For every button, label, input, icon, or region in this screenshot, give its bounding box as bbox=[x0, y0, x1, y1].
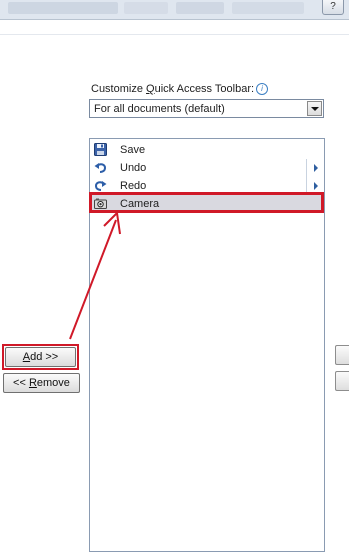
item-label: Undo bbox=[120, 162, 147, 174]
label-accelerator: Q bbox=[146, 83, 155, 95]
add-button[interactable]: Add >> bbox=[5, 347, 76, 367]
qat-command-list[interactable]: Save Undo Redo Camera bbox=[89, 138, 325, 552]
divider bbox=[0, 34, 349, 35]
item-label: Camera bbox=[120, 198, 160, 210]
blurred-tab bbox=[124, 2, 168, 14]
customize-qat-label: Customize Quick Access Toolbar: i bbox=[91, 83, 269, 96]
list-item-undo[interactable]: Undo bbox=[91, 159, 323, 177]
list-item-save[interactable]: Save bbox=[91, 141, 323, 159]
remove-prefix: << bbox=[13, 377, 29, 389]
blurred-tab bbox=[8, 2, 118, 14]
info-icon[interactable]: i bbox=[256, 83, 269, 96]
submenu-separator bbox=[306, 159, 307, 177]
blurred-tab bbox=[176, 2, 224, 14]
move-up-button[interactable] bbox=[335, 345, 349, 365]
window-top-strip: ? bbox=[0, 0, 349, 20]
submenu-separator bbox=[306, 177, 307, 195]
qat-scope-select[interactable]: For all documents (default) bbox=[89, 99, 324, 118]
blurred-tab bbox=[232, 2, 304, 14]
scope-value: For all documents (default) bbox=[94, 103, 225, 115]
list-item-redo[interactable]: Redo bbox=[91, 177, 323, 195]
label-prefix: Customize bbox=[91, 83, 147, 95]
help-button[interactable]: ? bbox=[322, 0, 344, 15]
undo-icon bbox=[94, 163, 107, 173]
move-down-button[interactable] bbox=[335, 371, 349, 391]
list-item-camera[interactable]: Camera bbox=[91, 195, 323, 213]
camera-icon bbox=[94, 198, 107, 209]
dropdown-arrow-icon[interactable] bbox=[307, 101, 322, 116]
redo-icon bbox=[94, 181, 107, 191]
word-options-dialog: ? Customize Quick Access Toolbar: i For a… bbox=[0, 0, 349, 554]
remove-button[interactable]: << Remove bbox=[3, 373, 80, 393]
add-label: dd >> bbox=[30, 351, 59, 363]
add-accelerator: A bbox=[22, 351, 31, 363]
item-label: Save bbox=[120, 144, 146, 156]
item-label: Redo bbox=[120, 180, 147, 192]
remove-accelerator: R bbox=[28, 377, 37, 389]
label-suffix: uick Access Toolbar: bbox=[154, 83, 255, 95]
submenu-arrow-icon[interactable] bbox=[314, 182, 318, 190]
submenu-arrow-icon[interactable] bbox=[314, 164, 318, 172]
remove-label: emove bbox=[36, 377, 70, 389]
save-icon bbox=[94, 143, 107, 156]
